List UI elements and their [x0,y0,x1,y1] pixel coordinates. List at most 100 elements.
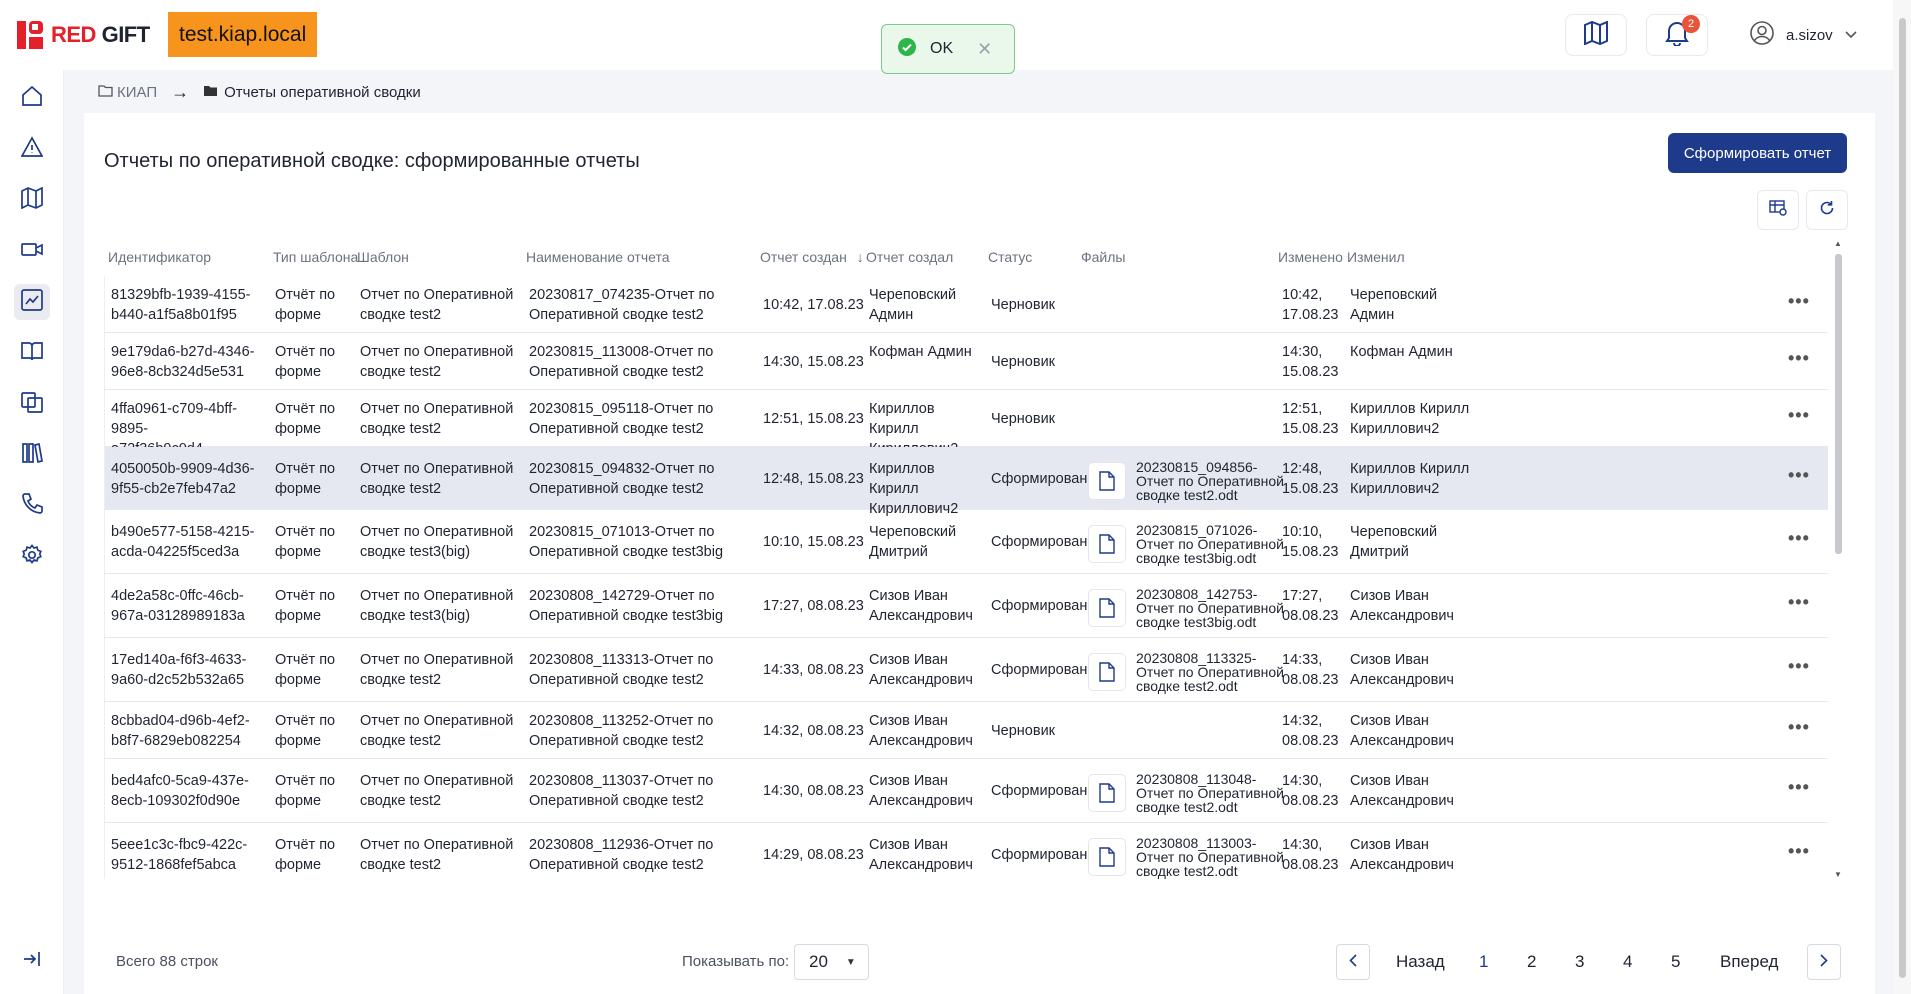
cell-file[interactable]: 20230815_071026- Отчет по Оперативной свод… [1088,523,1306,565]
sidebar-item-reports[interactable] [14,284,50,320]
page-3[interactable]: 3 [1575,944,1584,980]
sidebar-item-documents[interactable] [14,386,50,422]
user-menu[interactable]: a.sizov [1750,20,1857,48]
table-scrollbar-thumb[interactable] [1835,254,1842,554]
file-name-link[interactable]: 20230808_113048- Отчет по Оперативной свод… [1136,772,1306,814]
logo[interactable]: RED GIFT [17,20,150,50]
row-actions-menu-icon[interactable]: ••• [1788,405,1810,426]
cell-modified-line: 08.08.23 [1282,733,1339,749]
map-button[interactable] [1565,14,1627,56]
create-report-button[interactable]: Сформировать отчет [1668,133,1847,173]
sidebar-item-contacts[interactable] [14,488,50,524]
column-header-editor[interactable]: Изменил [1347,249,1405,265]
column-header-files[interactable]: Файлы [1081,249,1125,265]
breadcrumb-current: Отчеты оперативной сводки [224,84,421,101]
refresh-button[interactable] [1806,190,1848,230]
row-actions-menu-icon[interactable]: ••• [1788,656,1810,677]
sidebar-item-incidents[interactable] [14,131,50,167]
cell-author-line: Александрович [869,733,973,749]
sidebar-item-home[interactable] [14,80,50,116]
sidebar-item-library[interactable] [14,437,50,473]
cell-template: Отчет по Оперативной сводке test2 [360,342,525,382]
cell-file[interactable]: 20230808_142753- Отчет по Оперативной свод… [1088,587,1306,629]
cell-file[interactable]: 20230815_094856- Отчет по Оперативной свод… [1088,460,1306,502]
table-row[interactable]: 8cbbad04-d96b-4ef2- b8f7-6829eb082254 Отчё… [104,702,1828,759]
table-row[interactable]: 81329bfb-1939-4155- b440-a1f5a8b01f95 Отчё… [104,276,1828,333]
prev-page-button[interactable] [1336,944,1370,980]
breadcrumb-root[interactable]: КИАП [117,84,157,101]
file-icon[interactable] [1088,774,1126,812]
column-header-status[interactable]: Статус [988,249,1032,265]
table-row[interactable]: 4de2a58c-0ffc-46cb- 967a-03128989183a Отчё… [104,574,1828,638]
row-actions-menu-icon[interactable]: ••• [1788,291,1810,312]
cell-file[interactable]: 20230808_113325- Отчет по Оперативной свод… [1088,651,1306,693]
column-header-report-name[interactable]: Наименование отчета [526,249,670,265]
sidebar-item-settings[interactable] [14,539,50,575]
sidebar-item-map[interactable] [14,182,50,218]
sort-down-icon: ↓ [856,249,864,265]
file-name-line: сводке test2.odt [1136,863,1238,879]
table-row[interactable]: 17ed140a-f6f3-4633- 9a60-d2c52b532a65 Отчё… [104,638,1828,702]
page-2[interactable]: 2 [1527,944,1536,980]
column-header-author[interactable]: Отчет создал [866,249,953,265]
page-5[interactable]: 5 [1671,944,1680,980]
table-row[interactable]: bed4afc0-5ca9-437e- 8ecb-109302f0d90e Отчё… [104,759,1828,823]
next-page-button[interactable] [1807,944,1841,980]
column-header-created[interactable]: Отчет создан ↓ [760,249,864,265]
file-icon[interactable] [1088,525,1126,563]
cell-template-line: Отчет по Оперативной [360,287,514,303]
row-actions-menu-icon[interactable]: ••• [1788,528,1810,549]
cell-template-type-line: Отчёт по [275,344,336,360]
window-scrollbar-thumb[interactable] [1899,18,1906,978]
row-actions-menu-icon[interactable]: ••• [1788,777,1810,798]
column-header-id[interactable]: Идентификатор [108,249,211,265]
page-4[interactable]: 4 [1623,944,1632,980]
cell-report-name-line: Оперативной сводке test3big [529,544,724,560]
file-icon[interactable] [1088,838,1126,876]
table-row[interactable]: 5eee1c3c-fbc9-422c- 9512-1868fef5abca Отчё… [104,823,1828,879]
prev-page-link[interactable]: Назад [1396,944,1445,980]
next-page-link[interactable]: Вперед [1720,944,1778,980]
file-icon[interactable] [1088,589,1126,627]
table-row[interactable]: 4ffa0961-c709-4bff-9895-a72f36b9c0d4Отчё… [104,390,1828,457]
cell-author-line: Сизов Иван [869,652,948,668]
file-name-link[interactable]: 20230808_113003- Отчет по Оперативной свод… [1136,836,1306,878]
file-name-link[interactable]: 20230808_113325- Отчет по Оперативной свод… [1136,651,1306,693]
column-header-template[interactable]: Шаблон [357,249,409,265]
cell-id-line: acda-04225f5ced3a [111,544,240,560]
file-icon[interactable] [1088,462,1126,500]
table-row[interactable]: 9e179da6-b27d-4346- 96e8-8cb324d5e531 Отчё… [104,333,1828,390]
column-header-template-type[interactable]: Тип шаблона [273,249,358,265]
cell-created: 17:27, 08.08.23 [763,598,864,614]
sidebar-item-video[interactable] [14,233,50,269]
row-actions-menu-icon[interactable]: ••• [1788,717,1810,738]
notifications-button[interactable]: 2 [1646,14,1708,56]
table-row[interactable]: b490e577-5158-4215- acda-04225f5ced3a Отчё… [104,510,1828,574]
sidebar-collapse-button[interactable] [14,943,50,979]
file-icon[interactable] [1088,653,1126,691]
row-actions-menu-icon[interactable]: ••• [1788,841,1810,862]
cell-editor-line: Кириллов Кирилл [1350,461,1470,477]
file-name-link[interactable]: 20230815_094856- Отчет по Оперативной свод… [1136,460,1306,502]
row-actions-menu-icon[interactable]: ••• [1788,348,1810,369]
cell-id-line: 4de2a58c-0ffc-46cb- [111,588,244,604]
file-name-link[interactable]: 20230815_071026- Отчет по Оперативной свод… [1136,523,1306,565]
cell-file[interactable]: 20230808_113048- Отчет по Оперативной свод… [1088,772,1306,814]
cell-editor-line: Череповский [1350,287,1438,303]
cell-file[interactable]: 20230808_113003- Отчет по Оперативной свод… [1088,836,1306,878]
row-actions-menu-icon[interactable]: ••• [1788,592,1810,613]
table-scrollbar[interactable]: ▲ ▼ [1833,239,1845,879]
file-name-link[interactable]: 20230808_142753- Отчет по Оперативной свод… [1136,587,1306,629]
page-1[interactable]: 1 [1479,944,1488,980]
cell-author-line: Александрович [869,608,973,624]
table-row[interactable]: 4050050b-9909-4d36- 9f55-cb2e7feb47a2 Отчё… [104,447,1828,517]
per-page-select[interactable]: 20 ▼ [794,944,869,980]
cell-editor: Сизов Иван Александрович [1350,650,1475,690]
window-scrollbar[interactable] [1893,0,1911,994]
row-actions-menu-icon[interactable]: ••• [1788,465,1810,486]
cell-editor: Сизов Иван Александрович [1350,835,1475,875]
column-header-modified[interactable]: Изменено [1278,249,1343,265]
close-icon[interactable]: ✕ [977,39,992,60]
sidebar-item-handbook[interactable] [14,335,50,371]
table-settings-button[interactable] [1757,190,1799,230]
